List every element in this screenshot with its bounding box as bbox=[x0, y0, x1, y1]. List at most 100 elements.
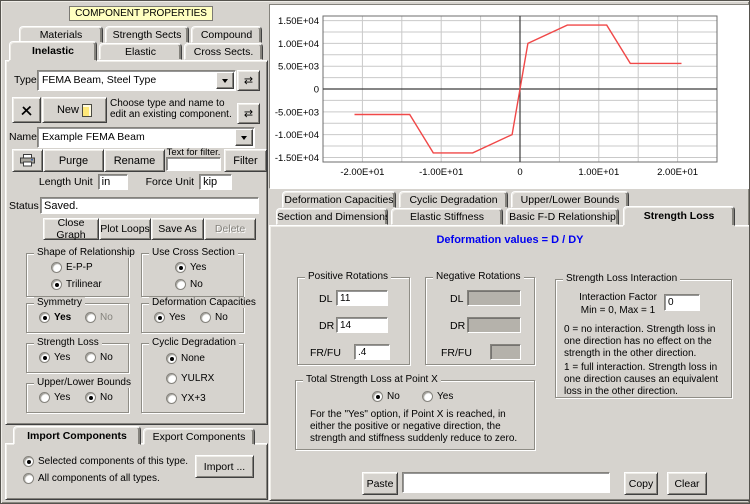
radio-import-selected-icon[interactable] bbox=[23, 456, 34, 467]
tab-upper-lower-bounds[interactable]: Upper/Lower Bounds bbox=[511, 191, 629, 208]
import-button[interactable]: Import ... bbox=[195, 455, 254, 478]
name-label: Name bbox=[9, 131, 37, 143]
filter-button[interactable]: Filter bbox=[224, 149, 267, 172]
radio-total-loss-no[interactable]: No bbox=[372, 391, 400, 402]
radio-cyclic-yx3-icon[interactable] bbox=[166, 393, 177, 404]
svg-text:-1.00E+01: -1.00E+01 bbox=[419, 167, 463, 178]
rename-button[interactable]: Rename bbox=[104, 149, 165, 172]
tab-strength-loss[interactable]: Strength Loss bbox=[623, 206, 735, 226]
positive-dl-input[interactable] bbox=[336, 290, 388, 306]
radio-ulb-no[interactable]: No bbox=[85, 392, 113, 403]
radio-total-loss-no-icon[interactable] bbox=[372, 391, 383, 402]
radio-trilinear[interactable]: Trilinear bbox=[51, 279, 102, 290]
negative-rotations-title: Negative Rotations bbox=[433, 271, 524, 282]
close-graph-button[interactable]: Close Graph bbox=[43, 218, 99, 240]
radio-sloss-yes-icon[interactable] bbox=[39, 352, 50, 363]
shape-of-relationship-group: Shape of Relationship E-P-P Trilinear bbox=[26, 253, 129, 297]
type-combobox[interactable]: FEMA Beam, Steel Type bbox=[37, 70, 236, 91]
total-strength-loss-title: Total Strength Loss at Point X bbox=[303, 374, 441, 385]
tab-section-and-dimensions[interactable]: Section and Dimensions bbox=[276, 208, 388, 225]
radio-cyclic-none-icon[interactable] bbox=[166, 353, 177, 364]
tab-basic-fd-relationship[interactable]: Basic F-D Relationship bbox=[506, 208, 619, 225]
radio-defcap-yes-icon[interactable] bbox=[154, 312, 165, 323]
radio-cyclic-none[interactable]: None bbox=[166, 353, 205, 364]
radio-ucs-yes[interactable]: Yes bbox=[175, 262, 206, 273]
clear-button[interactable]: Clear bbox=[667, 472, 707, 495]
type-label: Type bbox=[14, 74, 37, 86]
paste-button[interactable]: Paste bbox=[362, 472, 398, 495]
tab-strength-sects[interactable]: Strength Sects bbox=[105, 26, 189, 43]
tab-cross-sects[interactable]: Cross Sects. bbox=[184, 43, 263, 60]
radio-cyclic-yulrx[interactable]: YULRX bbox=[166, 373, 214, 384]
radio-total-loss-yes[interactable]: Yes bbox=[422, 391, 453, 402]
tab-cyclic-degradation[interactable]: Cyclic Degradation bbox=[399, 191, 508, 208]
radio-import-all-icon[interactable] bbox=[23, 473, 34, 484]
radio-sloss-no[interactable]: No bbox=[85, 352, 113, 363]
length-unit-label: Length Unit bbox=[39, 176, 93, 188]
radio-symmetry-yes[interactable]: Yes bbox=[39, 312, 71, 323]
radio-defcap-no[interactable]: No bbox=[200, 312, 228, 323]
radio-ulb-yes[interactable]: Yes bbox=[39, 392, 70, 403]
tab-import-components[interactable]: Import Components bbox=[13, 426, 141, 445]
negative-fr-label: FR/FU bbox=[441, 347, 472, 359]
positive-dr-input[interactable] bbox=[336, 317, 388, 333]
tab-inelastic[interactable]: Inelastic bbox=[9, 41, 97, 61]
name-dropdown-arrow-icon[interactable] bbox=[235, 129, 253, 146]
radio-ucs-no-icon[interactable] bbox=[175, 279, 186, 290]
name-combobox[interactable]: Example FEMA Beam bbox=[37, 127, 255, 148]
length-unit-input[interactable] bbox=[98, 174, 128, 190]
deformation-capacities-group: Deformation Capacities Yes No bbox=[141, 303, 244, 333]
save-as-button[interactable]: Save As bbox=[151, 218, 204, 240]
radio-trilinear-icon[interactable] bbox=[51, 279, 62, 290]
purge-button[interactable]: Purge bbox=[43, 149, 104, 172]
radio-ucs-no[interactable]: No bbox=[175, 279, 203, 290]
negative-dr-input bbox=[467, 317, 521, 333]
radio-epp[interactable]: E-P-P bbox=[51, 262, 93, 273]
check-button[interactable] bbox=[12, 97, 41, 123]
status-field[interactable] bbox=[40, 197, 259, 214]
reload-name-button[interactable]: ⇄ bbox=[237, 103, 260, 124]
radio-cyclic-yulrx-icon[interactable] bbox=[166, 373, 177, 384]
radio-total-loss-yes-icon[interactable] bbox=[422, 391, 433, 402]
reload-type-button[interactable]: ⇄ bbox=[237, 70, 260, 91]
tab-compound[interactable]: Compound bbox=[191, 26, 262, 43]
radio-cyclic-yx3[interactable]: YX+3 bbox=[166, 393, 206, 404]
tab-deformation-capacities[interactable]: Deformation Capacities bbox=[282, 191, 396, 208]
interaction-factor-input[interactable] bbox=[664, 294, 700, 311]
filter-input[interactable] bbox=[166, 157, 221, 171]
component-properties-window: COMPONENT PROPERTIES Materials Strength … bbox=[0, 0, 750, 504]
radio-ulb-no-icon[interactable] bbox=[85, 392, 96, 403]
positive-dr-label: DR bbox=[319, 320, 334, 332]
name-combobox-value: Example FEMA Beam bbox=[42, 131, 145, 143]
svg-text:-5.00E+03: -5.00E+03 bbox=[275, 107, 319, 118]
copy-button[interactable]: Copy bbox=[624, 472, 658, 495]
type-dropdown-arrow-icon[interactable] bbox=[216, 72, 234, 89]
radio-defcap-no-icon[interactable] bbox=[200, 312, 211, 323]
radio-sloss-no-icon[interactable] bbox=[85, 352, 96, 363]
force-unit-label: Force Unit bbox=[146, 176, 194, 188]
radio-symmetry-yes-icon[interactable] bbox=[39, 312, 50, 323]
tab-elastic[interactable]: Elastic bbox=[99, 43, 182, 60]
radio-sloss-yes[interactable]: Yes bbox=[39, 352, 70, 363]
inelastic-panel: Type FEMA Beam, Steel Type ⇄ New Choose … bbox=[5, 60, 268, 425]
plot-loops-button[interactable]: Plot Loops bbox=[99, 218, 151, 240]
new-button[interactable]: New bbox=[42, 97, 107, 123]
print-button[interactable] bbox=[12, 149, 43, 172]
radio-ulb-yes-icon[interactable] bbox=[39, 392, 50, 403]
import-panel: Selected components of this type. All co… bbox=[5, 443, 268, 500]
radio-import-all[interactable]: All components of all types. bbox=[23, 473, 160, 484]
force-unit-input[interactable] bbox=[199, 174, 232, 190]
tab-export-components[interactable]: Export Components bbox=[143, 428, 255, 445]
tab-elastic-stiffness[interactable]: Elastic Stiffness bbox=[391, 208, 503, 225]
radio-ucs-yes-icon[interactable] bbox=[175, 262, 186, 273]
fd-chart-panel: -2.00E+01-1.00E+0101.00E+012.00E+011.50E… bbox=[269, 4, 750, 189]
radio-defcap-yes[interactable]: Yes bbox=[154, 312, 185, 323]
cyclic-degradation-title: Cyclic Degradation bbox=[149, 337, 239, 348]
svg-text:2.00E+01: 2.00E+01 bbox=[657, 167, 698, 178]
radio-import-selected[interactable]: Selected components of this type. bbox=[23, 456, 188, 467]
delete-button: Delete bbox=[204, 218, 256, 240]
strength-loss-interaction-title: Strength Loss Interaction bbox=[563, 273, 680, 284]
clipboard-field[interactable] bbox=[402, 472, 610, 493]
radio-epp-icon[interactable] bbox=[51, 262, 62, 273]
positive-fr-input[interactable] bbox=[354, 344, 390, 360]
